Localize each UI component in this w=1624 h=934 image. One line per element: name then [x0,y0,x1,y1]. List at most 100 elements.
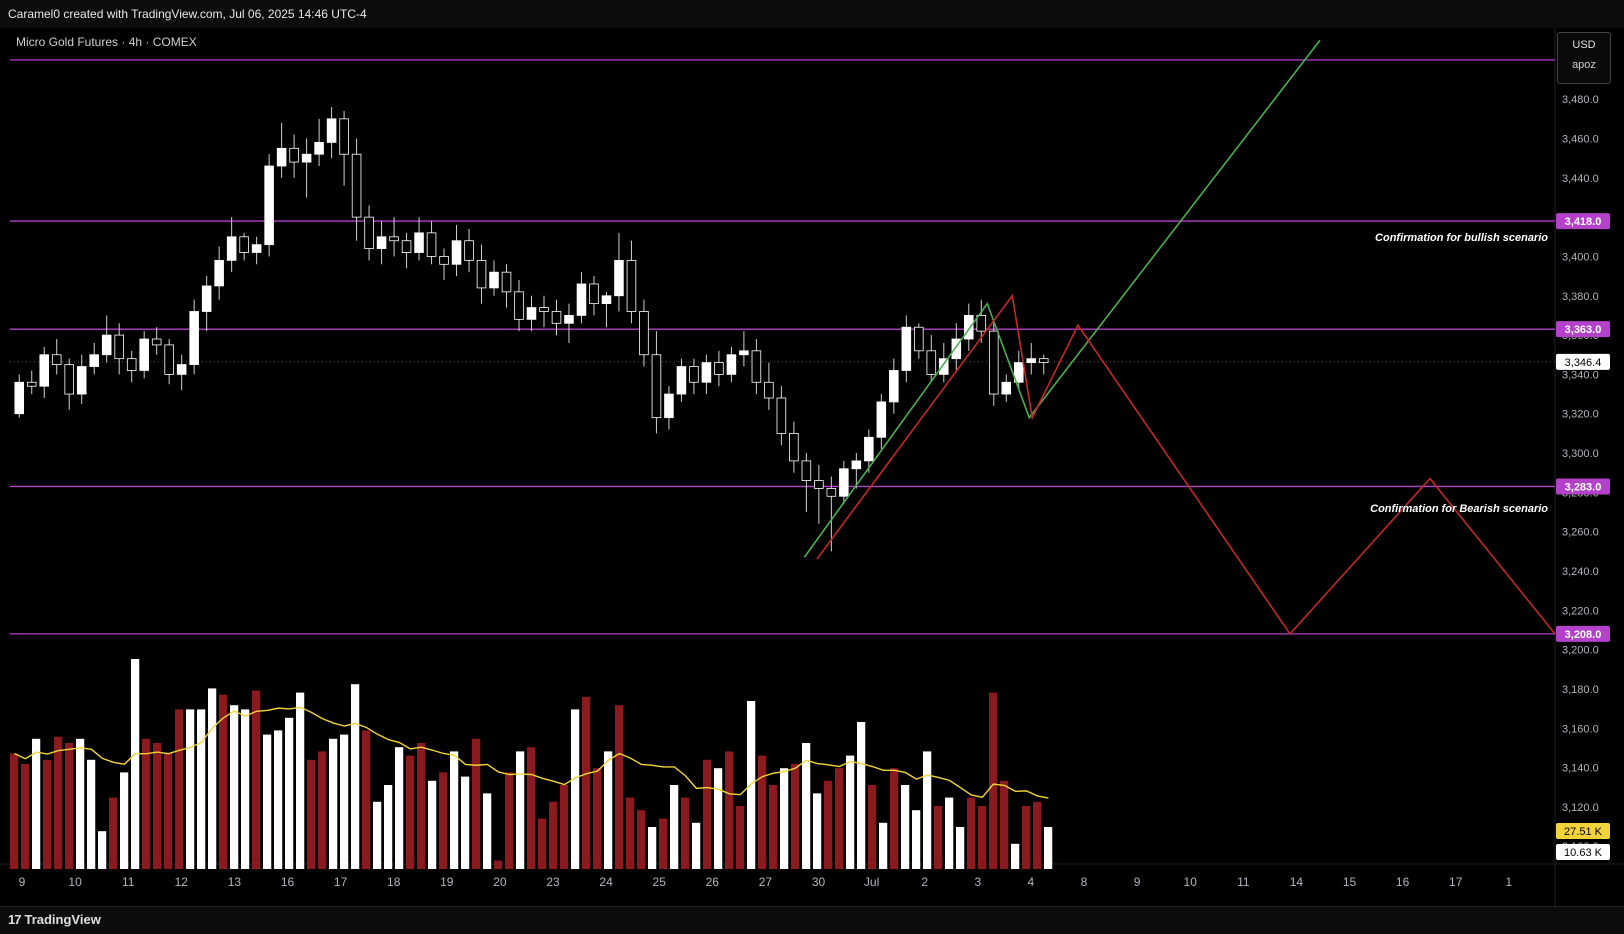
y-tick-label: 3,380.0 [1562,291,1599,303]
candle-body [926,350,937,375]
volume-bar [494,860,503,869]
volume-bar [824,780,833,869]
candle-body [514,291,524,320]
volume-bar [516,751,525,869]
candle-body [351,153,362,218]
volume-bar [791,764,800,869]
volume-bar [483,793,492,869]
candle-body [964,315,974,340]
candle-body [301,153,312,163]
tradingview-logo[interactable]: 17 TradingView [8,912,101,927]
candle-body [551,311,562,324]
volume-bar [175,709,184,869]
candle-body [364,216,374,249]
candle-body [176,364,187,375]
volume-bar [461,776,470,869]
y-tick-label: 3,140.0 [1562,763,1599,775]
volume-bar [439,772,448,869]
volume-bar [252,690,261,869]
x-tick-label: 17 [1449,875,1463,889]
tv-mark-icon: 17 [8,912,22,927]
currency-sub: apoz [1572,59,1596,71]
x-tick-label: 3 [974,875,981,889]
volume-bar [208,688,217,869]
x-tick-label: 30 [812,875,826,889]
x-tick-label: 15 [1343,875,1357,889]
volume-bar [549,801,558,869]
volume-bar [978,806,987,869]
volume-bar [21,764,30,869]
attribution-bar: Caramel0 created with TradingView.com, J… [0,0,1624,29]
candle-body [689,366,699,383]
volume-bar [901,785,910,869]
x-tick-label: 26 [706,875,720,889]
x-tick-label: 25 [653,875,667,889]
volume-bar [912,810,921,869]
y-tick-label: 3,480.0 [1562,94,1599,106]
volume-bar [692,822,701,869]
volume-bar [604,751,613,869]
volume-bar [989,692,998,869]
x-tick-label: 8 [1081,875,1088,889]
candle-body [601,295,612,305]
volume-bar [307,759,316,869]
price-chart[interactable]: 3,480.03,460.03,440.03,420.03,400.03,380… [0,28,1624,906]
candle-body [276,147,287,167]
candle-body [314,142,324,155]
candle-body [876,401,887,438]
candle-body [789,432,799,462]
level-price-label: 3,283.0 [1565,481,1602,493]
x-tick-label: 27 [759,875,773,889]
candle-body [401,240,412,253]
volume-bar [76,738,85,869]
x-tick-label: 23 [546,875,560,889]
y-tick-label: 3,200.0 [1562,645,1599,657]
volume-bar [648,827,657,869]
volume-last-label: 10.63 K [1564,847,1603,859]
candle-body [851,460,862,470]
candle-body [1001,381,1012,395]
candle-body [776,397,787,434]
candle-body [464,240,474,261]
attribution-text: Caramel0 created with TradingView.com, J… [8,7,367,21]
x-tick-label: 11 [122,875,135,889]
candle-body [576,283,587,316]
volume-bar [835,768,844,869]
volume-bar [758,755,767,869]
candle-body [489,271,499,289]
chart-frame[interactable]: 3,480.03,460.03,440.03,420.03,400.03,380… [0,28,1624,906]
volume-bar [571,709,580,869]
volume-bar [274,730,283,869]
x-tick-label: 2 [921,875,928,889]
x-tick-label: 1 [1505,875,1512,889]
candle-body [26,381,37,387]
candle-body [326,118,337,143]
candle-body [439,256,449,265]
x-tick-label: 12 [175,875,189,889]
candle-body [901,326,912,371]
x-tick-label: 18 [387,875,401,889]
candle-body [864,436,874,462]
volume-bar [98,831,107,869]
x-tick-label: 4 [1028,875,1035,889]
candle-body [739,350,749,356]
volume-bar [879,822,888,869]
currency-selector[interactable]: USD apoz [1557,32,1611,84]
volume-bar [813,793,822,869]
volume-bar [263,734,272,869]
volume-bar [362,730,371,869]
volume-bar [527,747,536,869]
candle-body [826,488,837,497]
volume-bar [1033,801,1042,869]
candle-body [639,311,649,356]
bullish-projection-line [803,39,1321,558]
x-tick-label: 10 [1184,875,1198,889]
bearish-projection-line [816,293,1556,636]
volume-bar [769,785,778,869]
candle-body [101,334,112,356]
candle-body [976,315,987,332]
x-tick-label: 13 [228,875,242,889]
symbol-label[interactable]: Micro Gold Futures · 4h · COMEX [16,35,197,49]
candle-body [626,259,637,312]
volume-bar [736,806,745,869]
